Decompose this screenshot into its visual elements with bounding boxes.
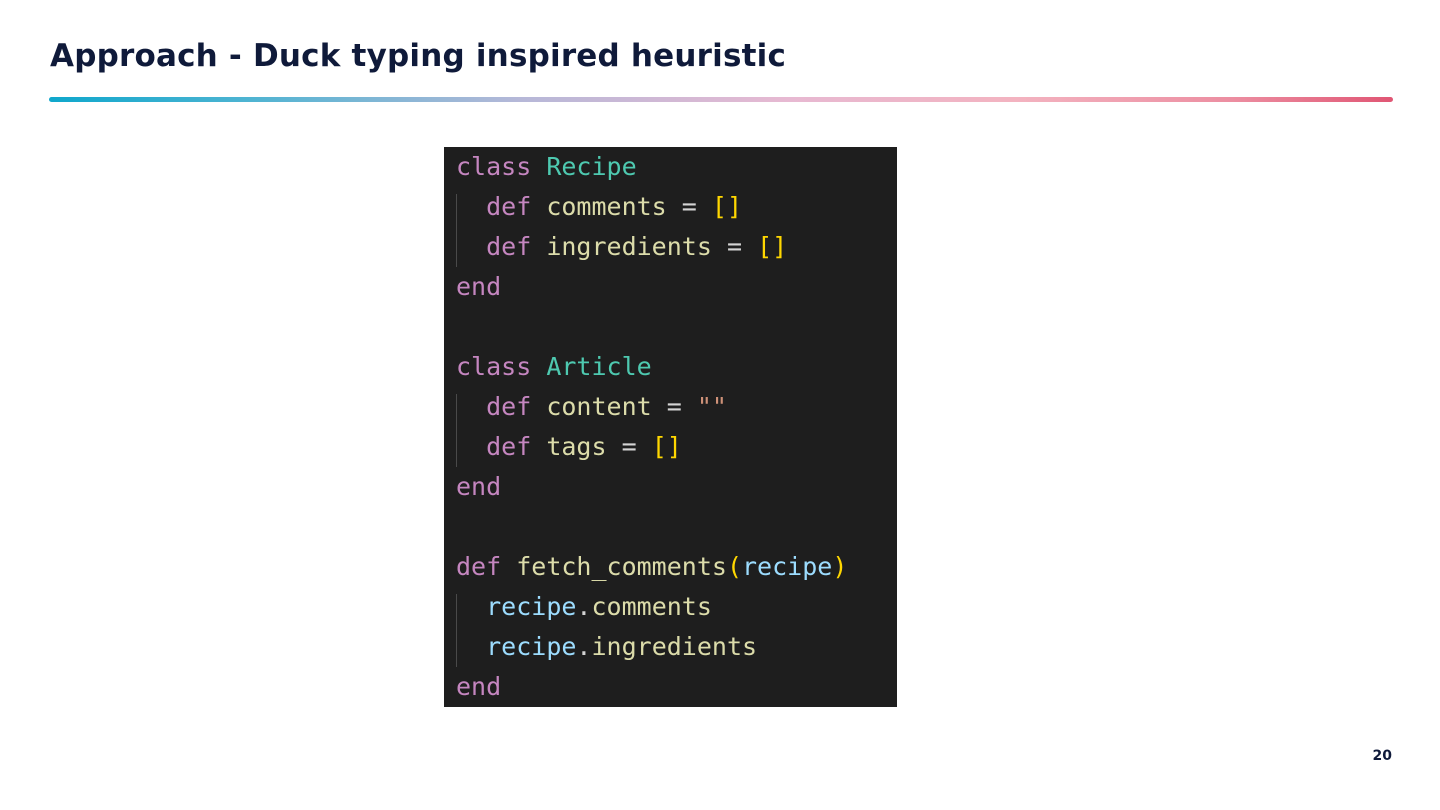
code-line: end	[456, 467, 501, 507]
code-line: def comments = []	[456, 187, 742, 227]
page-number: 20	[1372, 748, 1392, 764]
code-token: end	[456, 272, 502, 301]
code-line: def tags = []	[456, 427, 682, 467]
code-token: def	[486, 192, 532, 221]
code-token: []	[757, 232, 788, 261]
code-token: def	[486, 392, 532, 421]
code-line: def content = ""	[456, 387, 727, 427]
code-token: def	[486, 232, 532, 261]
code-line: end	[456, 667, 501, 707]
code-token: class	[456, 352, 532, 381]
code-token: (	[726, 552, 742, 581]
code-token: =	[651, 392, 697, 421]
code-line: class Recipe	[456, 147, 637, 187]
code-token: =	[666, 192, 712, 221]
code-token: []	[711, 192, 743, 221]
code-token: fetch_comments	[516, 552, 727, 581]
code-token: end	[456, 472, 502, 501]
code-token: .	[576, 592, 592, 621]
code-snippet-image: class Recipe def comments = [] def ingre…	[444, 147, 897, 707]
code-line: recipe.comments	[456, 587, 712, 627]
code-token: comments	[591, 592, 712, 621]
code-token: comments	[546, 192, 667, 221]
code-token: ingredients	[546, 232, 712, 261]
code-token: .	[576, 632, 592, 661]
code-token: =	[711, 232, 758, 261]
code-token: def	[486, 432, 532, 461]
code-token: Recipe	[546, 152, 637, 181]
code-token: tags	[546, 432, 607, 461]
code-token: ""	[696, 392, 727, 421]
code-line: end	[456, 267, 501, 307]
code-token: def	[456, 552, 502, 581]
code-line: class Article	[456, 347, 652, 387]
code-token: []	[651, 432, 682, 461]
code-token: class	[456, 152, 532, 181]
code-token: recipe	[742, 552, 833, 581]
code-line: def fetch_comments(recipe)	[456, 547, 847, 587]
code-token: )	[832, 552, 848, 581]
code-line: recipe.ingredients	[456, 627, 757, 667]
title-gradient-divider	[49, 97, 1393, 102]
code-token: end	[456, 672, 502, 701]
code-token: Article	[546, 352, 652, 381]
code-token: ingredients	[591, 632, 758, 661]
code-token: recipe	[486, 592, 577, 621]
code-token: recipe	[486, 632, 577, 661]
code-line: def ingredients = []	[456, 227, 787, 267]
code-token: content	[546, 392, 652, 421]
code-token: =	[606, 432, 652, 461]
slide-title: Approach - Duck typing inspired heuristi…	[50, 38, 787, 74]
